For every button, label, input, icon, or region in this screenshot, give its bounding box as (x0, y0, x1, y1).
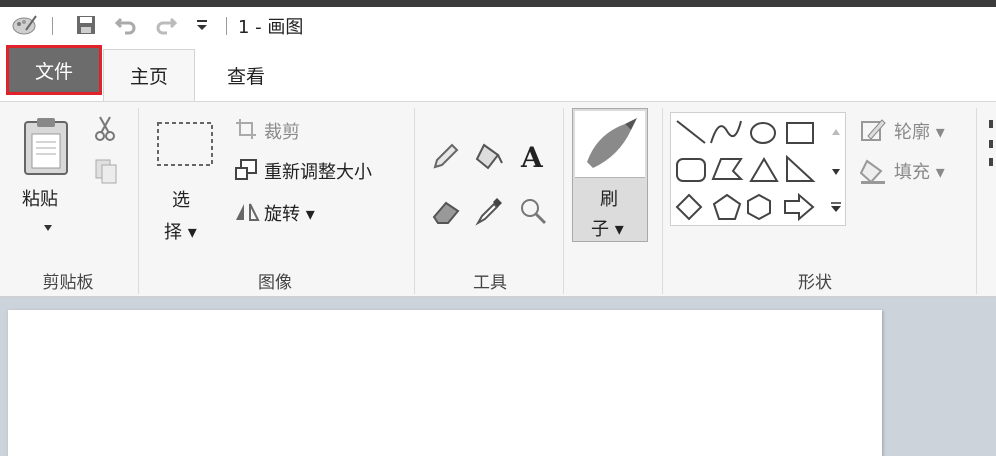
shapes-scroll-down-icon[interactable] (828, 162, 844, 182)
more-groups-indicator (988, 112, 994, 172)
fill-icon[interactable] (858, 156, 888, 186)
paste-clipboard-icon[interactable] (18, 114, 74, 178)
shapes-expand-icon[interactable] (828, 196, 844, 218)
canvas-area (0, 297, 996, 456)
shapes-scroll-up-icon[interactable] (828, 122, 844, 142)
rotate-label: 旋转 (264, 204, 300, 225)
ribbon-tab-bar: 文件 主页 查看 (0, 43, 996, 101)
tab-home[interactable]: 主页 (103, 49, 195, 101)
window-title: 1 - 画图 (238, 17, 304, 38)
window-top-border (0, 0, 996, 7)
image-group-label: 图像 (258, 273, 292, 293)
svg-text:A: A (520, 141, 544, 171)
copy-icon[interactable] (92, 156, 120, 186)
fill-button[interactable]: 填充 ▾ (894, 158, 945, 184)
tools-group-label: 工具 (473, 273, 507, 293)
select-label-line2: 择 (164, 222, 182, 243)
paint-app-icon[interactable] (10, 11, 40, 39)
shapes-scroll (828, 114, 844, 224)
pencil-icon[interactable] (428, 140, 462, 174)
save-icon[interactable] (72, 11, 100, 39)
shapes-gallery-icons[interactable] (671, 113, 845, 225)
brushes-label-line2: 子 (591, 219, 609, 240)
eraser-icon[interactable] (428, 196, 464, 228)
select-rectangle-icon[interactable] (155, 120, 215, 168)
undo-icon[interactable] (112, 11, 140, 39)
ribbon: 粘贴 剪贴板 选 择 ▾ 裁剪 重新调整大小 旋转 ▾ 图像 A 工具 刷 子 … (0, 101, 996, 297)
shapes-gallery (670, 112, 846, 226)
cut-icon[interactable] (92, 114, 118, 142)
select-label-line1[interactable]: 选 (172, 186, 190, 212)
clipboard-group-label: 剪贴板 (42, 273, 94, 293)
brush-icon (575, 111, 645, 178)
rotate-icon[interactable] (233, 198, 261, 224)
outline-icon[interactable] (858, 116, 888, 144)
color-picker-icon[interactable] (472, 194, 506, 228)
select-button[interactable]: 择 ▾ (164, 218, 197, 244)
brushes-label-line1: 刷 (600, 189, 618, 210)
resize-button[interactable]: 重新调整大小 (264, 158, 372, 184)
outline-button[interactable]: 轮廓 ▾ (894, 118, 945, 144)
title-bar: 1 - 画图 (0, 7, 996, 43)
brushes-button[interactable]: 刷 子 ▾ (572, 108, 648, 242)
crop-button[interactable]: 裁剪 (264, 118, 300, 144)
fill-bucket-icon[interactable] (471, 138, 507, 174)
fill-label: 填充 (894, 162, 930, 183)
paste-dropdown-icon[interactable] (40, 220, 56, 236)
magnifier-icon[interactable] (516, 194, 550, 228)
shapes-group-label: 形状 (798, 273, 832, 293)
brushes-dropdown: 子 ▾ (591, 219, 624, 240)
redo-icon[interactable] (152, 11, 180, 39)
rotate-button[interactable]: 旋转 ▾ (264, 200, 315, 226)
drawing-canvas[interactable] (8, 310, 882, 456)
customize-toolbar-icon[interactable] (190, 11, 214, 39)
tab-view[interactable]: 查看 (200, 49, 292, 101)
paste-button[interactable]: 粘贴 (22, 185, 58, 211)
tab-file[interactable]: 文件 (6, 45, 102, 95)
text-tool-icon[interactable]: A (516, 138, 550, 174)
outline-label: 轮廓 (894, 122, 930, 143)
crop-icon[interactable] (233, 116, 259, 142)
resize-icon[interactable] (233, 157, 259, 183)
